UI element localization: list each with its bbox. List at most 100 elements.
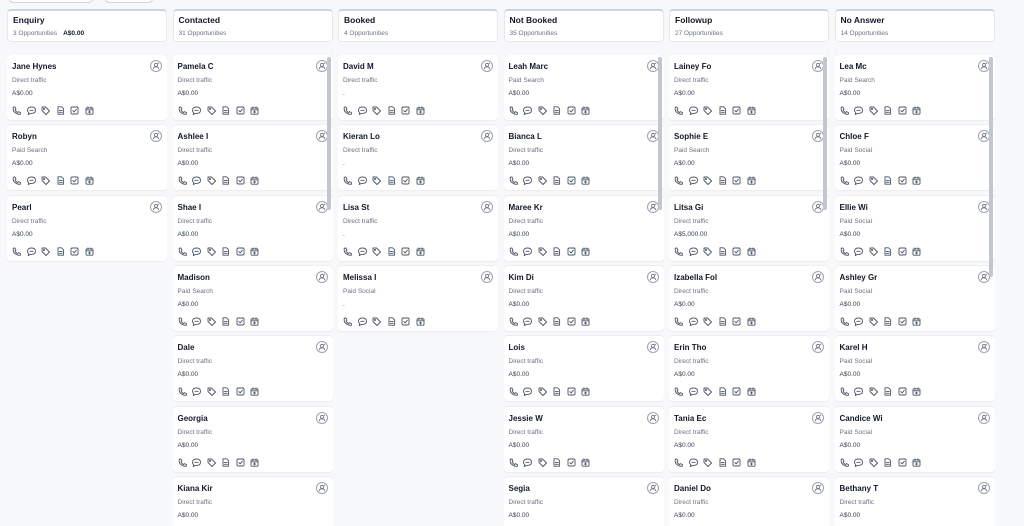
opportunity-name[interactable]: Robyn [12, 131, 142, 142]
chat-icon[interactable] [688, 176, 698, 186]
user-icon[interactable] [977, 411, 990, 424]
opportunity-card[interactable]: Bethany T Direct traffic A$0.00 [834, 476, 995, 526]
tag-icon[interactable] [703, 106, 712, 115]
calendar-icon[interactable] [416, 106, 425, 115]
task-icon[interactable] [236, 176, 245, 185]
tag-icon[interactable] [538, 176, 547, 186]
opportunity-name[interactable]: Sophie E [674, 131, 804, 142]
opportunity-card[interactable]: Segia Direct traffic A$0.00 [503, 476, 664, 526]
user-icon[interactable] [646, 60, 659, 72]
opportunity-name[interactable]: Melissa I [343, 272, 473, 283]
opportunity-card[interactable]: Madison Paid Search A$0.00 [172, 265, 333, 331]
note-icon[interactable] [221, 106, 230, 115]
task-icon[interactable] [401, 176, 410, 185]
tag-icon[interactable] [41, 106, 50, 115]
user-icon[interactable] [315, 341, 328, 354]
calendar-icon[interactable] [85, 176, 94, 185]
task-icon[interactable] [898, 387, 907, 396]
task-icon[interactable] [732, 106, 741, 115]
opportunity-name[interactable]: Lois [509, 342, 639, 353]
chat-icon[interactable] [192, 176, 201, 186]
phone-icon[interactable] [178, 387, 187, 396]
tag-icon[interactable] [207, 458, 216, 467]
tag-icon[interactable] [207, 317, 216, 326]
opportunity-card[interactable]: Ellie Wi Paid Social A$0.00 [834, 195, 995, 261]
task-icon[interactable] [70, 176, 79, 185]
chat-icon[interactable] [854, 106, 863, 115]
chat-icon[interactable] [192, 458, 201, 467]
phone-icon[interactable] [840, 176, 849, 186]
tag-icon[interactable] [538, 106, 547, 115]
tag-icon[interactable] [869, 176, 878, 186]
user-icon[interactable] [315, 411, 328, 424]
user-icon[interactable] [315, 270, 328, 283]
user-icon[interactable] [315, 60, 328, 72]
task-icon[interactable] [70, 247, 79, 256]
opportunity-name[interactable]: Kiana Kir [178, 483, 308, 494]
calendar-icon[interactable] [912, 106, 921, 115]
tag-icon[interactable] [869, 387, 878, 397]
chat-icon[interactable] [688, 106, 698, 115]
opportunity-name[interactable]: Bianca L [509, 131, 639, 142]
calendar-icon[interactable] [250, 457, 259, 467]
calendar-icon[interactable] [912, 457, 921, 467]
calendar-icon[interactable] [581, 387, 590, 396]
opportunity-card[interactable]: Pamela C Direct traffic A$0.00 [172, 55, 333, 120]
tag-icon[interactable] [41, 176, 50, 186]
calendar-icon[interactable] [912, 176, 921, 185]
user-icon[interactable] [812, 270, 824, 283]
opportunity-name[interactable]: Litsa Gi [674, 202, 804, 213]
opportunity-card[interactable]: Kiana Kir Direct traffic A$0.00 [172, 476, 333, 526]
phone-icon[interactable] [509, 247, 518, 256]
opportunity-card[interactable]: Lea Mc Paid Search A$0.00 [834, 55, 995, 120]
chat-icon[interactable] [357, 317, 367, 326]
phone-icon[interactable] [509, 458, 518, 467]
opportunity-card[interactable]: Lois Direct traffic A$0.00 [503, 336, 664, 402]
opportunity-card[interactable]: Lainey Fo Direct traffic A$0.00 [669, 55, 829, 120]
opportunity-card[interactable]: Ashlee I Direct traffic A$0.00 [172, 125, 333, 191]
phone-icon[interactable] [343, 106, 352, 115]
phone-icon[interactable] [509, 176, 518, 186]
note-icon[interactable] [221, 457, 230, 467]
note-icon[interactable] [883, 246, 892, 256]
user-icon[interactable] [646, 481, 659, 494]
task-icon[interactable] [898, 458, 907, 467]
task-icon[interactable] [70, 106, 79, 115]
opportunity-name[interactable]: Dale [178, 342, 308, 353]
phone-icon[interactable] [674, 317, 683, 326]
note-icon[interactable] [883, 106, 892, 115]
chat-icon[interactable] [523, 387, 532, 397]
user-icon[interactable] [646, 411, 659, 424]
chat-icon[interactable] [523, 176, 532, 186]
chat-icon[interactable] [523, 106, 532, 115]
column-header[interactable]: Not Booked 35 Opportunities [503, 9, 664, 42]
opportunity-card[interactable]: Candice Wi Paid Social A$0.00 [834, 406, 995, 472]
chat-icon[interactable] [357, 176, 367, 186]
note-icon[interactable] [221, 317, 230, 326]
opportunity-card[interactable]: Georgia Direct traffic A$0.00 [172, 406, 333, 472]
opportunity-card[interactable]: Daniel Do Direct traffic A$0.00 [669, 476, 829, 526]
opportunity-name[interactable]: David M [343, 61, 473, 72]
task-icon[interactable] [567, 176, 576, 185]
task-icon[interactable] [236, 247, 245, 256]
opportunity-card[interactable]: Robyn Paid Search A$0.00 [7, 125, 167, 191]
user-icon[interactable] [150, 130, 162, 143]
phone-icon[interactable] [840, 317, 849, 326]
chat-icon[interactable] [192, 387, 201, 397]
tag-icon[interactable] [372, 317, 381, 326]
calendar-icon[interactable] [581, 457, 590, 467]
tag-icon[interactable] [703, 317, 712, 326]
calendar-icon[interactable] [250, 387, 259, 396]
user-icon[interactable] [481, 270, 493, 283]
phone-icon[interactable] [343, 317, 352, 326]
chat-icon[interactable] [688, 387, 698, 397]
user-icon[interactable] [977, 60, 990, 72]
task-icon[interactable] [567, 247, 576, 256]
task-icon[interactable] [401, 247, 410, 256]
task-icon[interactable] [732, 458, 741, 467]
user-icon[interactable] [150, 200, 162, 213]
tag-icon[interactable] [538, 458, 547, 467]
note-icon[interactable] [56, 176, 65, 185]
not-booked-column-scrollbar[interactable] [658, 57, 662, 210]
opportunity-name[interactable]: Segia [509, 483, 639, 494]
